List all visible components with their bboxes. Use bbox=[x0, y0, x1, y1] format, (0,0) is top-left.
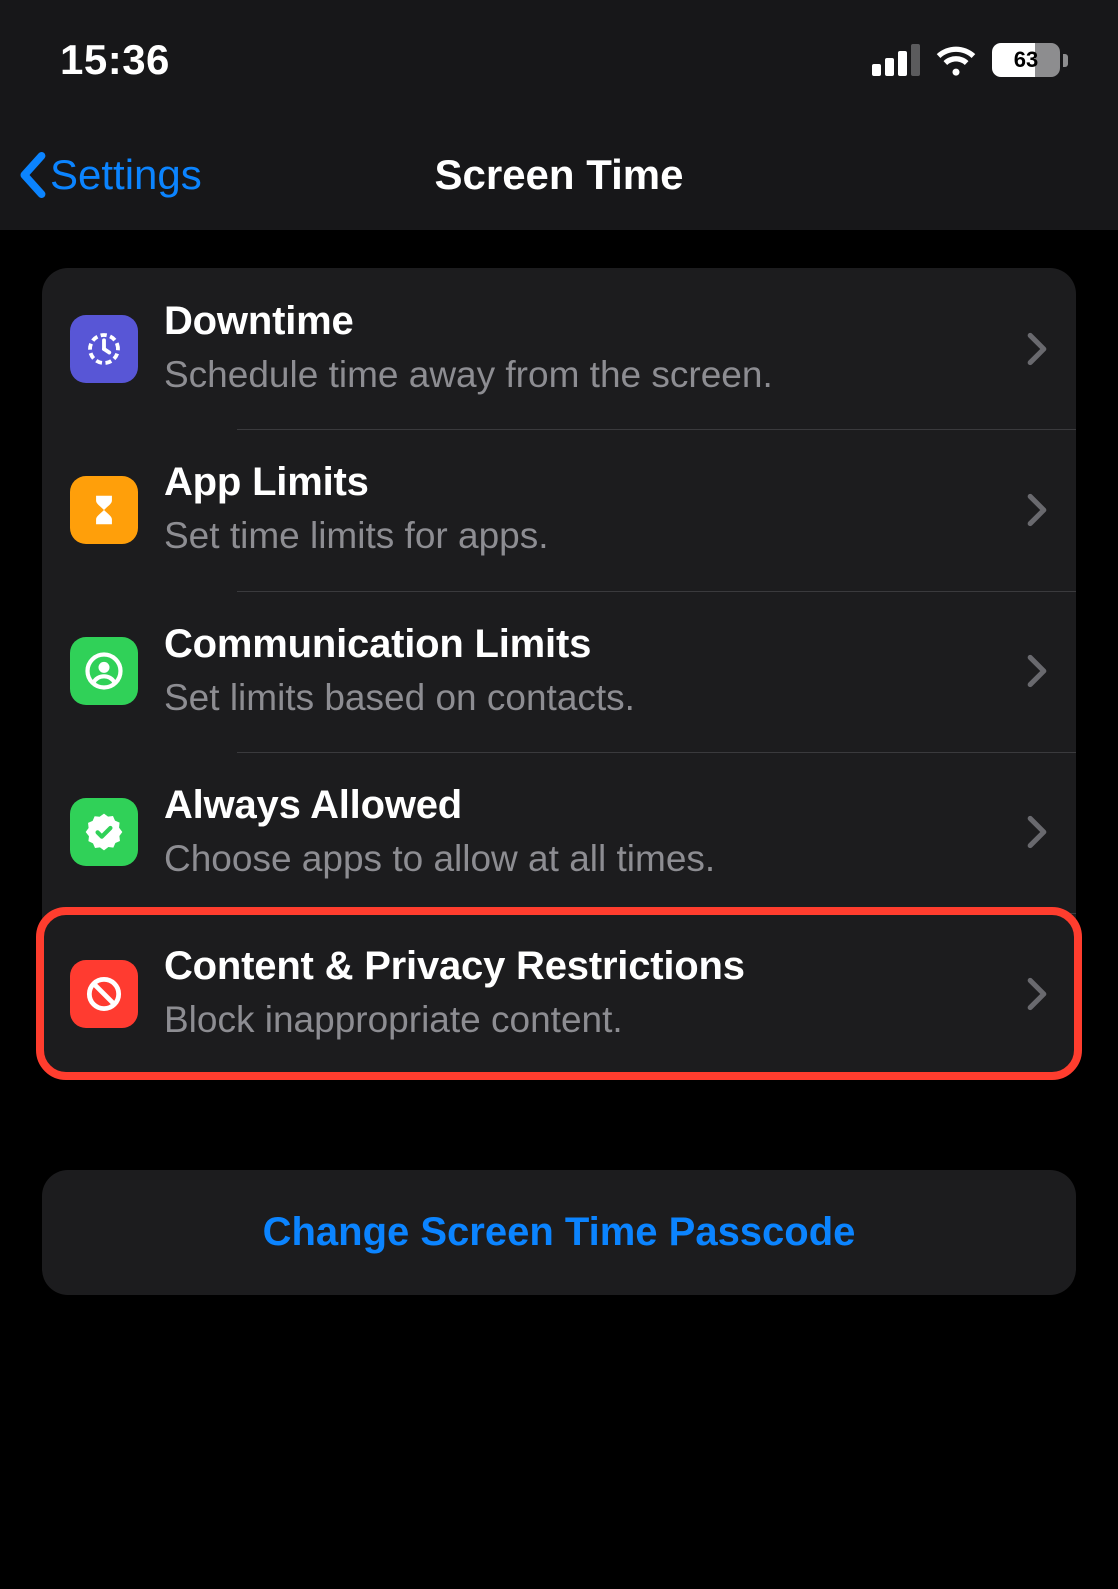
wifi-icon bbox=[934, 38, 978, 82]
status-bar: 15:36 63 bbox=[0, 0, 1118, 120]
status-indicators: 63 bbox=[872, 38, 1068, 82]
row-title: Content & Privacy Restrictions bbox=[164, 943, 1000, 990]
passcode-section: Change Screen Time Passcode bbox=[42, 1170, 1076, 1295]
navigation-bar: Settings Screen Time bbox=[0, 120, 1118, 230]
settings-row-app-limits[interactable]: App Limits Set time limits for apps. bbox=[42, 429, 1076, 590]
row-text: App Limits Set time limits for apps. bbox=[164, 459, 1000, 560]
battery-icon: 63 bbox=[992, 43, 1068, 77]
change-passcode-button[interactable]: Change Screen Time Passcode bbox=[42, 1170, 1076, 1295]
row-subtitle: Block inappropriate content. bbox=[164, 996, 1000, 1044]
chevron-right-icon bbox=[1026, 332, 1048, 366]
status-time: 15:36 bbox=[60, 36, 170, 84]
settings-row-always-allowed[interactable]: Always Allowed Choose apps to allow at al… bbox=[42, 752, 1076, 913]
row-text: Communication Limits Set limits based on … bbox=[164, 621, 1000, 722]
settings-row-downtime[interactable]: Downtime Schedule time away from the scre… bbox=[42, 268, 1076, 429]
row-subtitle: Choose apps to allow at all times. bbox=[164, 835, 1000, 883]
row-subtitle: Schedule time away from the screen. bbox=[164, 351, 1000, 399]
settings-row-communication-limits[interactable]: Communication Limits Set limits based on … bbox=[42, 591, 1076, 752]
chevron-right-icon bbox=[1026, 977, 1048, 1011]
page-title: Screen Time bbox=[434, 151, 683, 199]
row-subtitle: Set time limits for apps. bbox=[164, 512, 1000, 560]
no-sign-icon bbox=[70, 960, 138, 1028]
hourglass-icon bbox=[70, 476, 138, 544]
row-text: Content & Privacy Restrictions Block inap… bbox=[164, 943, 1000, 1044]
settings-section: Downtime Schedule time away from the scre… bbox=[42, 268, 1076, 1074]
row-text: Downtime Schedule time away from the scre… bbox=[164, 298, 1000, 399]
person-circle-icon bbox=[70, 637, 138, 705]
clock-icon bbox=[70, 315, 138, 383]
row-title: Always Allowed bbox=[164, 782, 1000, 829]
cellular-icon bbox=[872, 44, 920, 76]
chevron-right-icon bbox=[1026, 654, 1048, 688]
row-title: App Limits bbox=[164, 459, 1000, 506]
row-subtitle: Set limits based on contacts. bbox=[164, 674, 1000, 722]
chevron-right-icon bbox=[1026, 815, 1048, 849]
back-button[interactable]: Settings bbox=[0, 151, 202, 199]
row-text: Always Allowed Choose apps to allow at al… bbox=[164, 782, 1000, 883]
row-title: Communication Limits bbox=[164, 621, 1000, 668]
check-badge-icon bbox=[70, 798, 138, 866]
chevron-left-icon bbox=[18, 152, 46, 198]
row-title: Downtime bbox=[164, 298, 1000, 345]
settings-row-content-privacy-restrictions[interactable]: Content & Privacy Restrictions Block inap… bbox=[42, 913, 1076, 1074]
chevron-right-icon bbox=[1026, 493, 1048, 527]
back-label: Settings bbox=[50, 151, 202, 199]
